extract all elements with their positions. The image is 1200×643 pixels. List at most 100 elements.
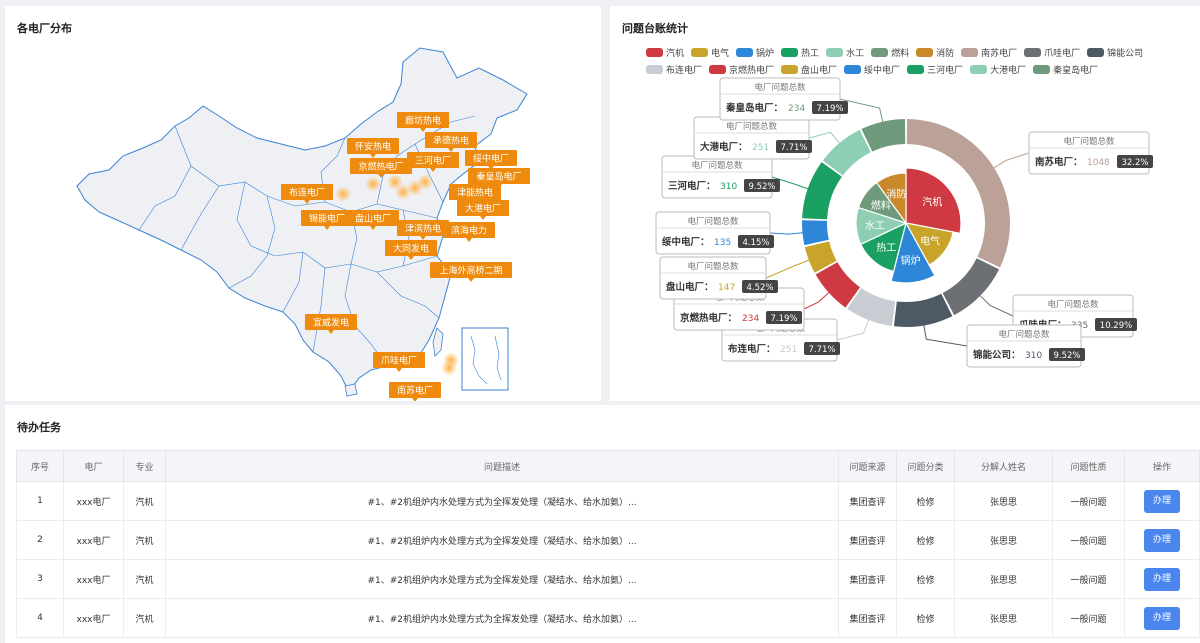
china-map[interactable]: 廊坊热电怀安热电 承德热电三河电厂京燃热电厂 绥中电厂秦皇岛电厂布连电厂 津能热电锦能… bbox=[5, 6, 601, 401]
table-column-header: 问题分类 bbox=[896, 450, 955, 482]
pie-callout: 电厂问题总数大港电厂： 251 7.71% bbox=[693, 116, 812, 160]
callout-percent: 4.52% bbox=[746, 283, 773, 293]
callout-title: 电厂问题总数 bbox=[998, 329, 1050, 340]
map-marker-label: 津滨热电 bbox=[405, 223, 441, 235]
table-cell-person: 张思思 bbox=[954, 520, 1053, 560]
table-cell-no: 2 bbox=[16, 520, 64, 560]
table-row: 2 xxx电厂 汽机 #1、#2机组炉内水处理方式为全挥发处理（凝结水、给水加氨）..… bbox=[16, 520, 1200, 560]
map-marker-label: 绥中电厂 bbox=[473, 153, 509, 165]
table-cell-category: 检修 bbox=[896, 520, 955, 560]
table-cell-no: 1 bbox=[16, 481, 64, 521]
callout-plant-label: 绥中电厂： bbox=[662, 236, 710, 248]
map-marker[interactable]: 南苏电厂 bbox=[389, 382, 441, 401]
map-marker-label: 三河电厂 bbox=[415, 155, 451, 167]
callout-value: 1048 bbox=[1087, 158, 1110, 168]
table-cell-person: 张思思 bbox=[954, 481, 1053, 521]
south-sea-inset bbox=[461, 327, 509, 391]
callout-plant-label: 京燃热电厂： bbox=[680, 312, 737, 324]
table-cell-nature: 一般问题 bbox=[1052, 559, 1125, 599]
map-marker-label: 大港电厂 bbox=[465, 203, 501, 215]
outer-ring-slice[interactable] bbox=[861, 119, 906, 152]
callout-value: 234 bbox=[742, 314, 759, 324]
callout-percent: 32.2% bbox=[1121, 158, 1148, 168]
pie-callout: 电厂问题总数秦皇岛电厂： 234 7.19% bbox=[719, 77, 848, 121]
table-cell-desc: #1、#2机组炉内水处理方式为全挥发处理（凝结水、给水加氨）... bbox=[165, 598, 839, 638]
callout-title: 电厂问题总数 bbox=[726, 121, 778, 132]
callout-value: 310 bbox=[720, 182, 737, 192]
callout-value: 251 bbox=[780, 345, 797, 355]
table-column-header: 问题性质 bbox=[1052, 450, 1125, 482]
map-marker-label: 布连电厂 bbox=[289, 187, 325, 199]
map-marker-label: 爪哇电厂 bbox=[381, 355, 417, 367]
table-cell-action: 办理 bbox=[1124, 481, 1200, 521]
outer-ring-slice[interactable] bbox=[893, 293, 953, 327]
map-marker-label: 盘山电厂 bbox=[355, 213, 391, 225]
table-cell-plant: xxx电厂 bbox=[63, 481, 124, 521]
map-marker[interactable]: 爪哇电厂 bbox=[373, 352, 425, 372]
callout-plant-label: 锦能公司： bbox=[973, 349, 1021, 361]
table-column-header: 专业 bbox=[123, 450, 166, 482]
table-cell-no: 4 bbox=[16, 598, 64, 638]
map-marker-label: 津能热电 bbox=[457, 187, 493, 199]
handle-button[interactable]: 办理 bbox=[1144, 567, 1180, 591]
table-column-header: 问题来源 bbox=[838, 450, 897, 482]
map-marker[interactable]: 大港电厂 bbox=[457, 200, 509, 220]
inner-slice-label: 热工 bbox=[876, 241, 896, 254]
map-marker-label: 大同发电 bbox=[393, 243, 429, 255]
map-marker-label: 怀安热电 bbox=[355, 141, 391, 153]
task-panel-title: 待办任务 bbox=[17, 421, 61, 434]
map-marker[interactable]: 滨海电力 bbox=[443, 222, 495, 242]
table-cell-source: 集团查评 bbox=[838, 520, 897, 560]
pie-callout: 电厂问题总数南苏电厂： 1048 32.2% bbox=[1028, 131, 1153, 175]
table-column-header: 问题描述 bbox=[165, 450, 839, 482]
marker-glow bbox=[417, 174, 433, 190]
map-marker-label: 锦能电厂 bbox=[309, 213, 345, 225]
handle-button[interactable]: 办理 bbox=[1144, 489, 1180, 513]
callout-leader-line bbox=[993, 152, 1030, 169]
inner-slice-label: 消防 bbox=[886, 188, 906, 201]
callout-leader-line bbox=[979, 295, 1014, 317]
handle-button[interactable]: 办理 bbox=[1144, 528, 1180, 552]
outer-ring-slice[interactable] bbox=[802, 220, 829, 246]
table-cell-no: 3 bbox=[16, 559, 64, 599]
inner-slice-label: 水工 bbox=[865, 220, 885, 232]
inner-slice-label: 汽机 bbox=[922, 195, 942, 208]
table-cell-desc: #1、#2机组炉内水处理方式为全挥发处理（凝结水、给水加氨）... bbox=[165, 559, 839, 599]
map-marker-label: 南苏电厂 bbox=[397, 385, 433, 397]
task-table: 序号 电厂 专业 问题描述 问题来源 问题分类 分解人姓名 问题性质 操作 1 xxx电厂 汽机 #1… bbox=[16, 450, 1200, 638]
stats-panel: 问题台账统计 汽机 电气 锅炉 热工 水工 燃料 消防 南苏电厂 爪哇电厂 锦能公司布连电厂 京燃热… bbox=[610, 6, 1200, 401]
marker-glow bbox=[335, 186, 351, 202]
callout-title: 电厂问题总数 bbox=[687, 216, 739, 227]
table-cell-source: 集团查评 bbox=[838, 481, 897, 521]
callout-plant-label: 南苏电厂： bbox=[1035, 156, 1083, 168]
outer-ring-slice[interactable] bbox=[802, 162, 842, 220]
callout-title: 电厂问题总数 bbox=[691, 160, 743, 171]
table-column-header: 操作 bbox=[1124, 450, 1200, 482]
table-cell-desc: #1、#2机组炉内水处理方式为全挥发处理（凝结水、给水加氨）... bbox=[165, 520, 839, 560]
callout-plant-label: 秦皇岛电厂： bbox=[725, 102, 783, 114]
callout-leader-line bbox=[803, 292, 830, 310]
callout-title: 电厂问题总数 bbox=[687, 261, 739, 272]
callout-percent: 9.52% bbox=[748, 182, 775, 192]
callout-plant-label: 盘山电厂： bbox=[666, 281, 714, 293]
handle-button[interactable]: 办理 bbox=[1144, 606, 1180, 630]
table-cell-person: 张思思 bbox=[954, 559, 1053, 599]
map-marker-label: 承德热电 bbox=[433, 135, 469, 147]
callout-leader-line bbox=[836, 319, 869, 341]
map-marker-label: 廊坊热电 bbox=[405, 115, 441, 127]
table-cell-plant: xxx电厂 bbox=[63, 598, 124, 638]
table-cell-action: 办理 bbox=[1124, 559, 1200, 599]
table-cell-nature: 一般问题 bbox=[1052, 520, 1125, 560]
pie-callout: 电厂问题总数三河电厂： 310 9.52% bbox=[661, 155, 780, 199]
callout-value: 310 bbox=[1025, 351, 1042, 361]
table-header-row: 序号 电厂 专业 问题描述 问题来源 问题分类 分解人姓名 问题性质 操作 bbox=[16, 450, 1200, 482]
table-column-header: 序号 bbox=[16, 450, 64, 482]
table-cell-major: 汽机 bbox=[123, 481, 166, 521]
table-cell-desc: #1、#2机组炉内水处理方式为全挥发处理（凝结水、给水加氨）... bbox=[165, 481, 839, 521]
issue-pie-chart: 汽机电气锅炉热工水工燃料消防 电厂问题总数南苏电厂： 1048 32.2%电厂问题总… bbox=[655, 77, 1153, 368]
callout-value: 135 bbox=[714, 238, 731, 248]
outer-ring-slice[interactable] bbox=[942, 258, 1000, 316]
map-marker-label: 秦皇岛电厂 bbox=[476, 171, 521, 183]
table-cell-category: 检修 bbox=[896, 598, 955, 638]
marker-glow bbox=[441, 360, 457, 376]
